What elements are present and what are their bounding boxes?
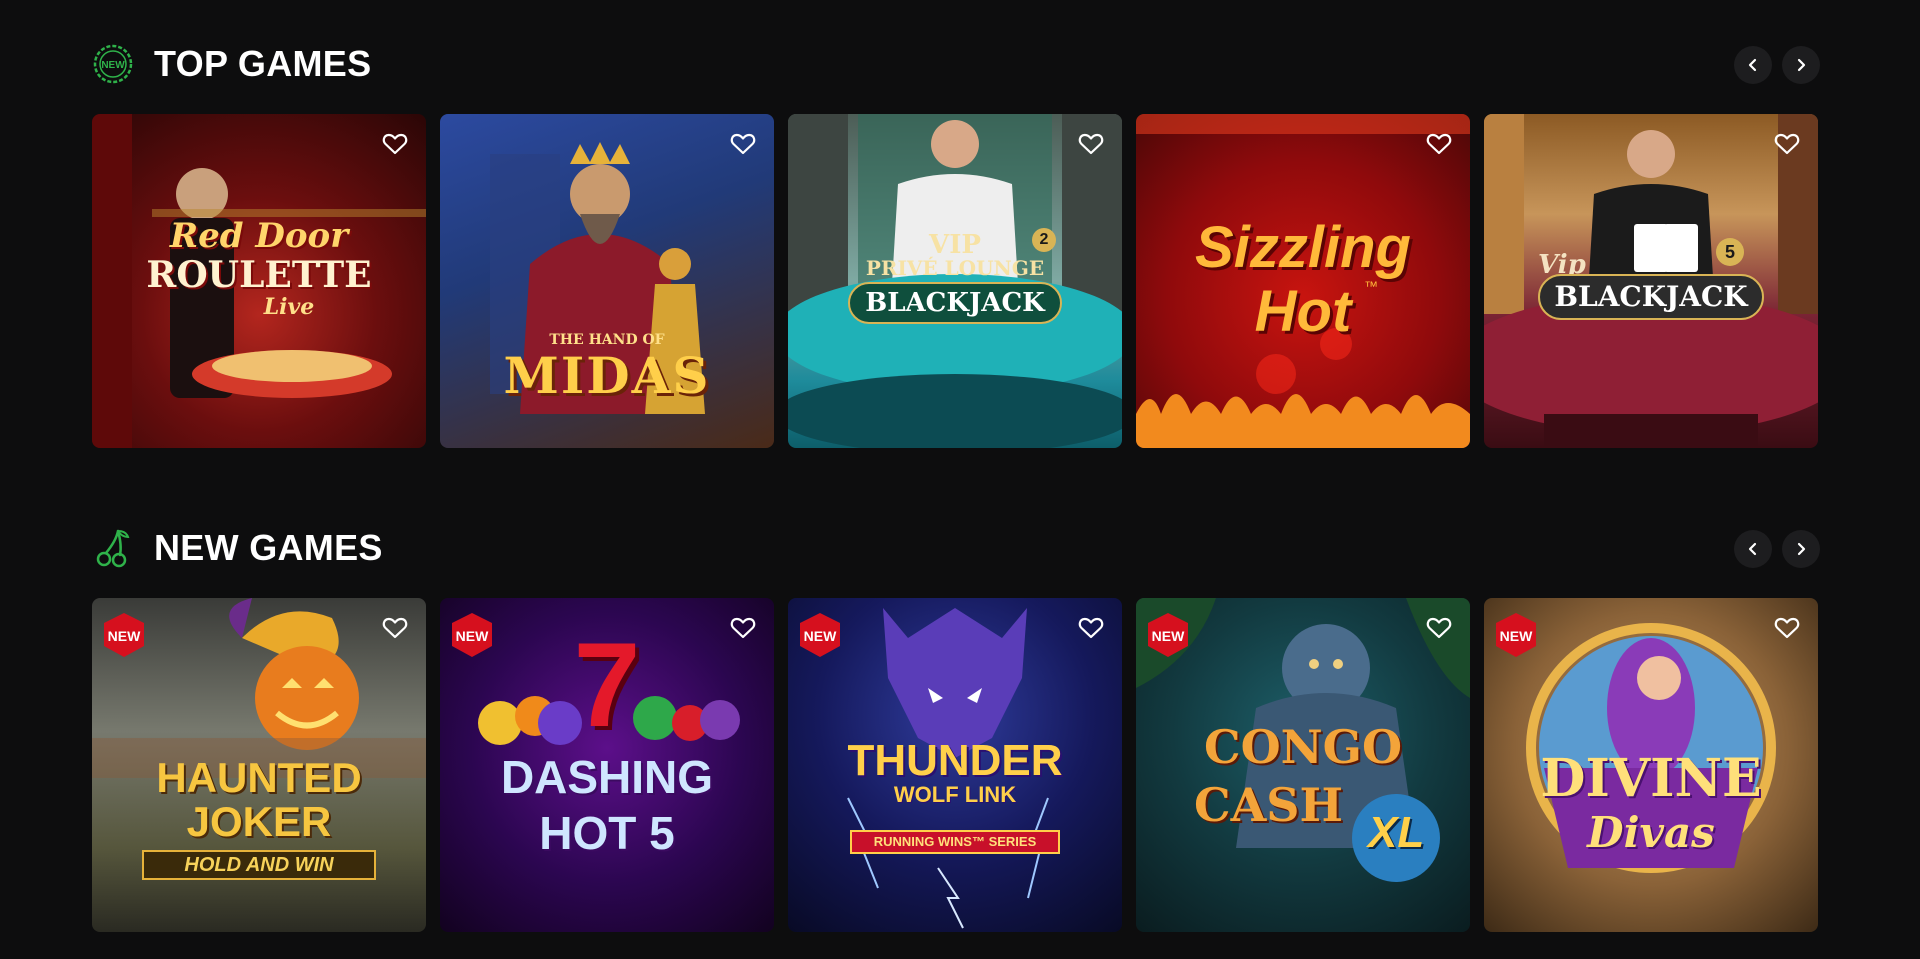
top-games-section: NEW TOP GAMES Red Door ROULETTE Live THE…	[92, 38, 1820, 448]
game-carousel: HAUNTED JOKER HOLD AND WIN NEW 7 DASHING…	[92, 598, 1818, 932]
game-logo-line: BLACKJACK	[1538, 274, 1764, 320]
game-card-divine-divas[interactable]: DIVINE Divas NEW	[1484, 598, 1818, 932]
prev-button[interactable]	[1734, 530, 1772, 568]
prev-button[interactable]	[1734, 46, 1772, 84]
new-badge-icon: NEW	[92, 43, 134, 85]
new-badge-label: NEW	[1151, 628, 1185, 644]
section-header: NEW TOP GAMES	[92, 38, 1820, 90]
favorite-heart-icon[interactable]	[382, 616, 408, 640]
new-badge: NEW	[450, 612, 494, 658]
new-badge: NEW	[1494, 612, 1538, 658]
chevron-right-icon	[1797, 542, 1806, 556]
section-title: NEW GAMES	[154, 527, 383, 568]
game-logo-line: Live	[263, 294, 315, 320]
game-logo-line: Divas	[1587, 808, 1715, 857]
game-logo-number: 5	[1716, 238, 1744, 266]
new-badge-label: NEW	[455, 628, 489, 644]
game-logo-line: Hot	[1254, 279, 1352, 344]
game-logo-line: WOLF LINK	[893, 782, 1017, 807]
carousel-arrows	[1734, 530, 1820, 568]
new-badge: NEW	[798, 612, 842, 658]
game-logo-line: BLACKJACK	[848, 282, 1062, 324]
game-logo-line: HOT 5	[539, 807, 675, 859]
favorite-heart-icon[interactable]	[1426, 132, 1452, 156]
next-button[interactable]	[1782, 530, 1820, 568]
game-card-red-door-roulette[interactable]: Red Door ROULETTE Live	[92, 114, 426, 448]
game-card-dashing-hot-5[interactable]: 7 DASHING HOT 5 NEW	[440, 598, 774, 932]
game-card-vip-blackjack[interactable]: Vip 5 BLACKJACK	[1484, 114, 1818, 448]
game-logo-line: JOKER	[186, 798, 332, 845]
game-card-sizzling-hot[interactable]: Sizzling Hot ™	[1136, 114, 1470, 448]
new-badge-label: NEW	[803, 628, 837, 644]
favorite-heart-icon[interactable]	[1774, 616, 1800, 640]
section-title: TOP GAMES	[154, 43, 372, 84]
game-card-congo-cash-xl[interactable]: CONGO CASH XL NEW	[1136, 598, 1470, 932]
new-badge-label: NEW	[1499, 628, 1533, 644]
game-carousel: Red Door ROULETTE Live THE HAND OF MIDAS…	[92, 114, 1818, 448]
section-header: NEW GAMES	[92, 522, 1820, 574]
favorite-heart-icon[interactable]	[1078, 616, 1104, 640]
game-thumbnail: Red Door ROULETTE Live	[92, 114, 426, 448]
game-card-vip-prive-blackjack[interactable]: VIP 2 PRIVÉ LOUNGE BLACKJACK	[788, 114, 1122, 448]
new-badge: NEW	[102, 612, 146, 658]
new-badge-label: NEW	[107, 628, 141, 644]
chevron-right-icon	[1797, 58, 1806, 72]
game-logo-number: 2	[1032, 228, 1056, 252]
game-logo-line: DIVINE	[1540, 748, 1762, 809]
game-logo-line: Red Door	[169, 216, 349, 256]
new-games-section: NEW GAMES HAUNTED JOKER HOLD AND WIN NEW…	[92, 522, 1820, 932]
game-logo-line: Sizzling	[1195, 215, 1411, 280]
next-button[interactable]	[1782, 46, 1820, 84]
game-logo-line: RUNNING WINS™ SERIES	[850, 830, 1060, 854]
carousel-arrows	[1734, 46, 1820, 84]
cherry-icon	[92, 527, 134, 569]
favorite-heart-icon[interactable]	[1774, 132, 1800, 156]
game-logo-line: HOLD AND WIN	[142, 850, 376, 880]
game-logo-line: XL	[1368, 808, 1425, 857]
game-card-haunted-joker[interactable]: HAUNTED JOKER HOLD AND WIN NEW	[92, 598, 426, 932]
game-thumbnail: Sizzling Hot ™	[1136, 114, 1470, 448]
game-thumbnail: THE HAND OF MIDAS	[440, 114, 774, 448]
favorite-heart-icon[interactable]	[1426, 616, 1452, 640]
favorite-heart-icon[interactable]	[730, 616, 756, 640]
new-badge: NEW	[1146, 612, 1190, 658]
game-thumbnail: VIP 2 PRIVÉ LOUNGE BLACKJACK	[788, 114, 1122, 448]
game-logo-line: MIDAS	[503, 346, 711, 405]
trademark-mark: ™	[1364, 278, 1378, 294]
game-card-hand-of-midas[interactable]: THE HAND OF MIDAS	[440, 114, 774, 448]
favorite-heart-icon[interactable]	[730, 132, 756, 156]
game-logo-line: HAUNTED	[156, 754, 362, 801]
game-thumbnail: Vip 5 BLACKJACK	[1484, 114, 1818, 448]
svg-text:NEW: NEW	[101, 60, 125, 71]
chevron-left-icon	[1748, 542, 1757, 556]
game-card-thunder-wolf-link[interactable]: THUNDER WOLF LINK RUNNING WINS™ SERIES N…	[788, 598, 1122, 932]
game-logo-line: CONGO	[1203, 720, 1403, 774]
game-logo-line: DASHING	[500, 751, 714, 803]
game-logo-line: THUNDER	[847, 736, 1063, 785]
chevron-left-icon	[1748, 58, 1757, 72]
game-logo-line: PRIVÉ LOUNGE	[865, 256, 1045, 280]
game-logo-line: ROULETTE	[146, 254, 372, 296]
favorite-heart-icon[interactable]	[382, 132, 408, 156]
favorite-heart-icon[interactable]	[1078, 132, 1104, 156]
